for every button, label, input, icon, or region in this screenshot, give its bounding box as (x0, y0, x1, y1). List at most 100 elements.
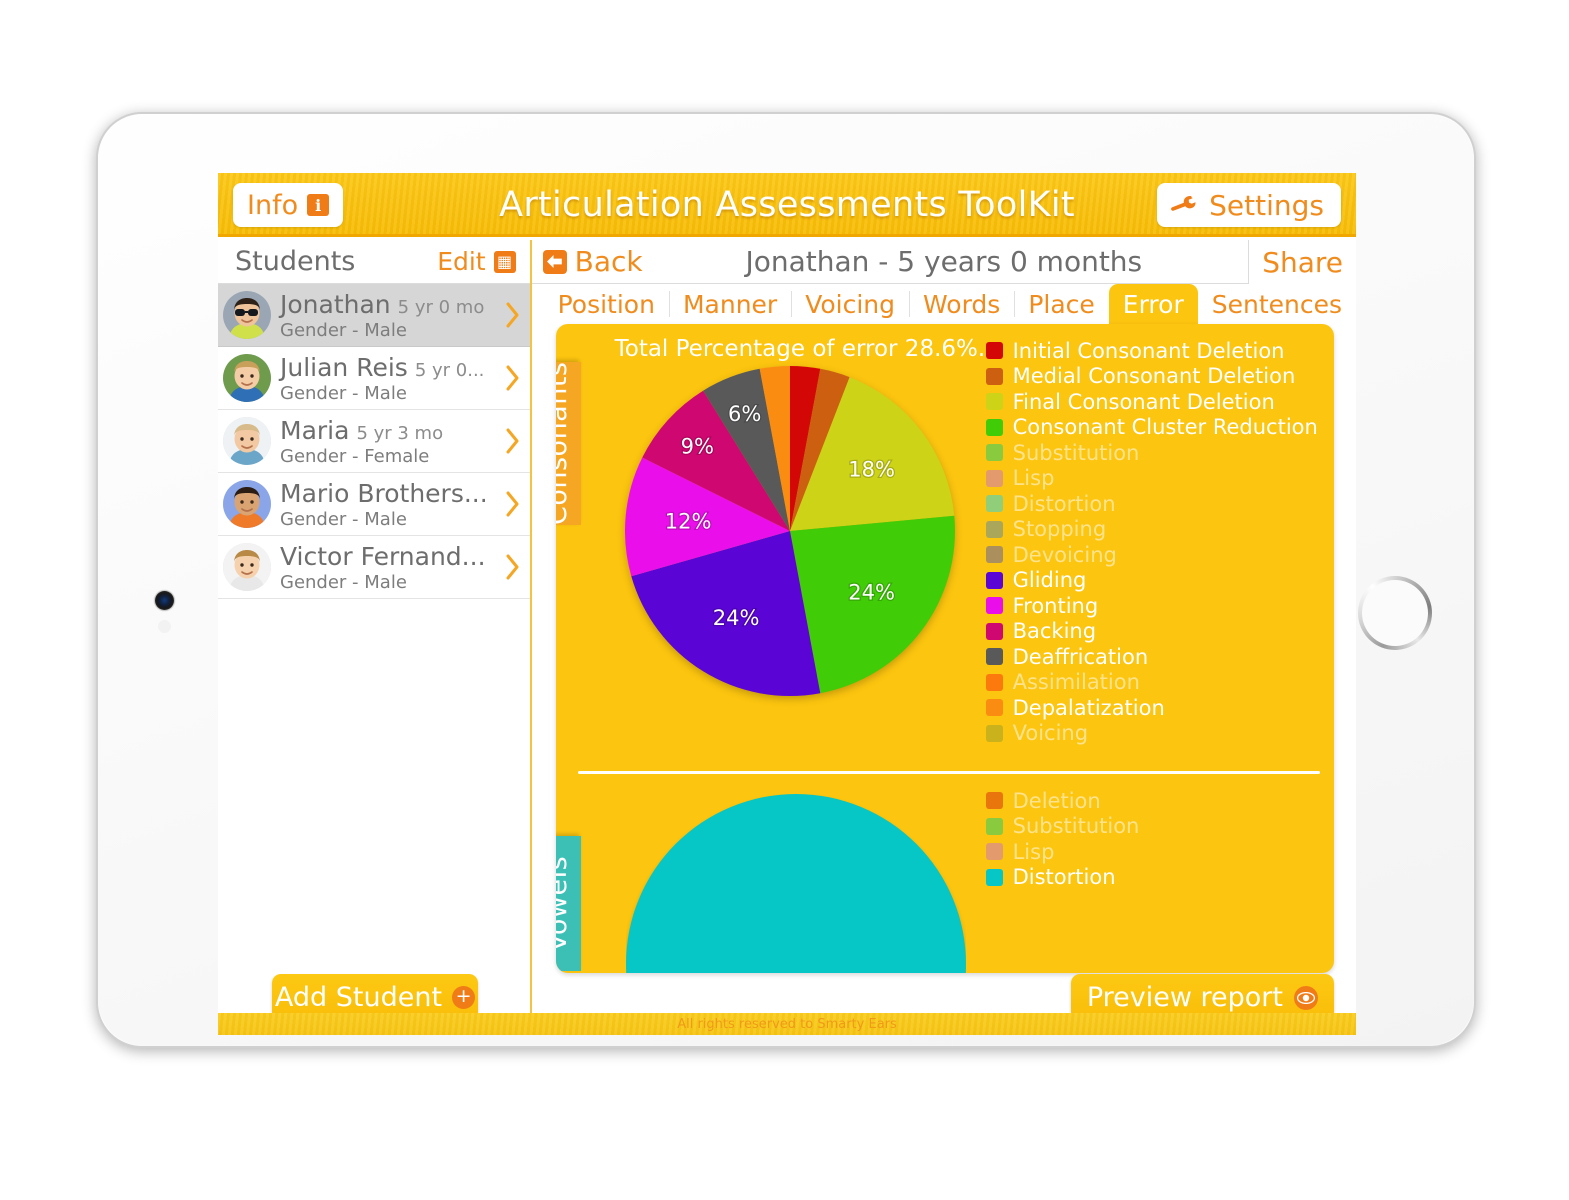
legend-item[interactable]: Distortion (985, 865, 1140, 891)
section-divider (577, 771, 1320, 774)
student-gender: Gender - Female (280, 445, 430, 467)
student-list-item[interactable]: Mario Brothers... Gender - Male (218, 473, 530, 536)
student-list-item[interactable]: Victor Fernand... Gender - Male (218, 536, 530, 599)
tab-place[interactable]: Place (1014, 284, 1108, 324)
consonants-pie-chart[interactable]: 18% 24% 24% 12% 9% 6% (620, 356, 960, 706)
legend-label: Depalatization (1012, 695, 1165, 720)
legend-label: Initial Consonant Deletion (1012, 338, 1285, 363)
legend-item[interactable]: Voicing (985, 721, 1318, 747)
legend-swatch-icon (985, 792, 1003, 810)
students-sidebar: Students Edit ▦ Jonathan 5 yr 0 mo Gende… (218, 240, 532, 1035)
legend-item[interactable]: Deaffrication (985, 644, 1318, 670)
legend-swatch-icon (985, 622, 1003, 640)
legend-item[interactable]: Substitution (985, 440, 1318, 466)
legend-swatch-icon (985, 817, 1003, 835)
tab-words[interactable]: Words (909, 284, 1014, 324)
legend-label: Voicing (1012, 721, 1089, 746)
student-age: 5 yr 0 mo (397, 296, 485, 318)
tab-sentences[interactable]: Sentences (1198, 284, 1356, 324)
app-header-bar: Info i Articulation Assessments ToolKit … (218, 173, 1356, 237)
vowels-pie-circle (625, 794, 966, 973)
chevron-right-icon (506, 302, 519, 328)
legend-item[interactable]: Lisp (985, 466, 1318, 492)
legend-item[interactable]: Devoicing (985, 542, 1318, 568)
legend-item[interactable]: Backing (985, 619, 1318, 645)
vowels-tab-label: Vowels (555, 855, 573, 952)
tab-position[interactable]: Position (544, 284, 669, 324)
legend-label: Deletion (1012, 788, 1101, 813)
legend-item[interactable]: Consonant Cluster Reduction (985, 415, 1318, 441)
tab-voicing[interactable]: Voicing (791, 284, 909, 324)
student-list-item[interactable]: Jonathan 5 yr 0 mo Gender - Male (218, 284, 530, 347)
student-info: Julian Reis 5 yr 0... Gender - Male (280, 353, 497, 404)
edit-grid-icon: ▦ (493, 250, 516, 273)
consonants-tab-label: Consonants (555, 361, 573, 526)
student-info: Jonathan 5 yr 0 mo Gender - Male (280, 290, 497, 341)
student-list-item[interactable]: Julian Reis 5 yr 0... Gender - Male (218, 347, 530, 410)
legend-label: Deaffrication (1012, 644, 1149, 669)
legend-item[interactable]: Gliding (985, 568, 1318, 594)
student-info: Mario Brothers... Gender - Male (280, 479, 497, 530)
legend-label: Assimilation (1012, 670, 1140, 695)
front-camera-icon (155, 591, 174, 610)
legend-label: Distortion (1012, 865, 1116, 890)
svg-text:24%: 24% (712, 606, 759, 630)
avatar (223, 480, 271, 528)
edit-students-button[interactable]: Edit ▦ (437, 247, 516, 276)
student-list-item[interactable]: Maria 5 yr 3 mo Gender - Female (218, 410, 530, 473)
student-gender: Gender - Male (280, 319, 407, 341)
legend-item[interactable]: Lisp (985, 839, 1140, 865)
vowels-section-tab[interactable]: Vowels (555, 836, 581, 971)
legend-label: Backing (1012, 619, 1097, 644)
avatar (223, 291, 271, 339)
legend-item[interactable]: Fronting (985, 593, 1318, 619)
settings-button[interactable]: Settings (1157, 183, 1341, 227)
legend-label: Substitution (1012, 440, 1140, 465)
student-info: Maria 5 yr 3 mo Gender - Female (280, 416, 497, 467)
assessment-tab-bar: Position Manner Voicing Words Place Erro… (532, 284, 1356, 324)
tab-manner[interactable]: Manner (668, 284, 791, 324)
legend-swatch-icon (985, 418, 1003, 436)
preview-report-label: Preview report (1086, 982, 1283, 1013)
svg-text:6%: 6% (728, 402, 761, 426)
consonants-section-tab[interactable]: Consonants (555, 361, 581, 526)
legend-label: Devoicing (1012, 542, 1117, 567)
chevron-right-icon (506, 365, 519, 391)
legend-item[interactable]: Deletion (985, 788, 1140, 814)
add-student-label: Add Student (274, 982, 443, 1013)
assessment-detail-pane: Back Jonathan - 5 years 0 months Share P… (531, 240, 1356, 1035)
student-name: Jonathan (280, 289, 391, 319)
legend-label: Substitution (1012, 814, 1140, 839)
legend-item[interactable]: Medial Consonant Deletion (985, 364, 1318, 390)
avatar (223, 354, 271, 402)
home-button[interactable] (1358, 576, 1432, 650)
legend-label: Lisp (1012, 466, 1055, 491)
legend-label: Medial Consonant Deletion (1012, 364, 1296, 389)
legend-label: Lisp (1012, 839, 1055, 864)
legend-label: Stopping (1012, 517, 1107, 542)
legend-item[interactable]: Final Consonant Deletion (985, 389, 1318, 415)
tab-error[interactable]: Error (1108, 284, 1198, 324)
vowels-pie-chart[interactable] (625, 794, 966, 973)
settings-button-label: Settings (1209, 188, 1324, 222)
legend-label: Consonant Cluster Reduction (1012, 415, 1318, 440)
legend-item[interactable]: Initial Consonant Deletion (985, 338, 1318, 364)
legend-item[interactable]: Stopping (985, 517, 1318, 543)
legend-item[interactable]: Distortion (985, 491, 1318, 517)
eye-icon (1294, 985, 1318, 1010)
consonants-pie-svg: 18% 24% 24% 12% 9% 6% (624, 366, 955, 697)
avatar (223, 543, 271, 591)
legend-item[interactable]: Assimilation (985, 670, 1318, 696)
students-title: Students (235, 246, 356, 277)
legend-swatch-icon (985, 699, 1003, 717)
copyright-footer: All rights reserved to Smarty Ears (218, 1013, 1356, 1035)
vowels-legend: Deletion Substitution Lisp Distortion (985, 788, 1140, 891)
share-button[interactable]: Share (1248, 240, 1356, 284)
legend-swatch-icon (985, 469, 1003, 487)
legend-swatch-icon (985, 843, 1003, 861)
legend-swatch-icon (985, 597, 1003, 615)
student-name: Julian Reis (280, 352, 408, 382)
legend-item[interactable]: Substitution (985, 814, 1140, 840)
legend-item[interactable]: Depalatization (985, 695, 1318, 721)
student-age: 5 yr 0... (414, 359, 485, 381)
